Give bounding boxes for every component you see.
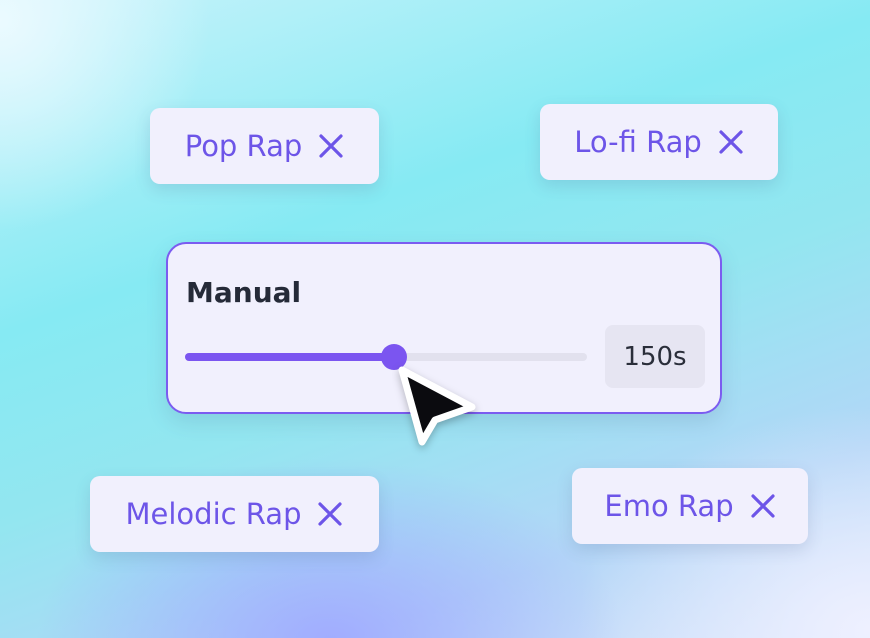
card-title: Manual — [186, 276, 302, 309]
close-icon[interactable] — [318, 133, 344, 159]
duration-value[interactable]: 150s — [605, 325, 705, 388]
chip-label: Emo Rap — [604, 489, 734, 523]
genre-chip-emo-rap[interactable]: Emo Rap — [572, 468, 808, 544]
chip-label: Pop Rap — [184, 129, 303, 163]
close-icon[interactable] — [317, 501, 343, 527]
close-icon[interactable] — [718, 129, 744, 155]
duration-slider[interactable] — [185, 344, 587, 370]
chip-label: Melodic Rap — [125, 497, 302, 531]
genre-chip-melodic-rap[interactable]: Melodic Rap — [90, 476, 379, 552]
mouse-pointer-icon — [398, 366, 476, 446]
genre-chip-pop-rap[interactable]: Pop Rap — [150, 108, 379, 184]
slider-fill — [185, 353, 395, 361]
close-icon[interactable] — [750, 493, 776, 519]
chip-label: Lo-fi Rap — [574, 125, 702, 159]
genre-chip-lofi-rap[interactable]: Lo-fi Rap — [540, 104, 778, 180]
